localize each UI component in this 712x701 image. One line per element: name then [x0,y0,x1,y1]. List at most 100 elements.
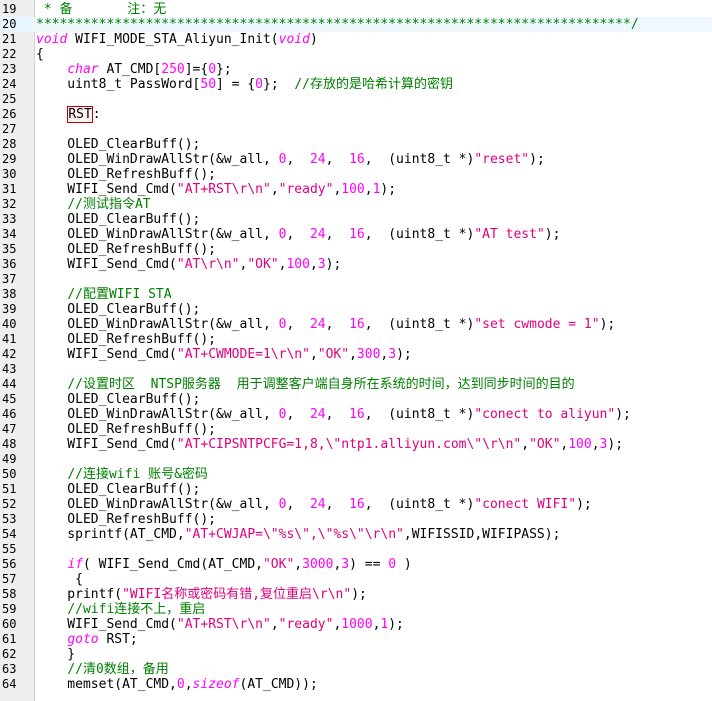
code-line[interactable]: 52 OLED_WinDrawAllStr(&w_all, 0, 24, 16,… [0,497,712,512]
code-text[interactable]: char AT_CMD[250]={0}; [33,62,712,77]
code-text[interactable]: OLED_ClearBuff(); [33,137,712,152]
code-text[interactable]: goto RST; [33,632,712,647]
code-line[interactable]: 55 [0,542,712,557]
line-number: 26 [2,107,17,121]
code-text[interactable]: OLED_ClearBuff(); [33,482,712,497]
code-text[interactable]: { [33,47,712,62]
token-comment: //连接wifi 账号&密码 [67,467,208,482]
code-line[interactable]: 62 } [0,647,712,662]
code-text[interactable]: OLED_WinDrawAllStr(&w_all, 0, 24, 16, (u… [33,497,712,512]
code-line[interactable]: 27 [0,122,712,137]
code-line[interactable]: 33 OLED_ClearBuff(); [0,212,712,227]
code-line[interactable]: 61 goto RST; [0,632,712,647]
code-line[interactable]: 38 //配置WIFI STA [0,287,712,302]
code-line[interactable]: 32 //测试指令AT [0,197,712,212]
code-text[interactable]: //连接wifi 账号&密码 [33,467,712,482]
code-text[interactable] [33,92,712,107]
code-line[interactable]: 54 sprintf(AT_CMD,"AT+CWJAP=\"%s\",\"%s\… [0,527,712,542]
code-line[interactable]: 46 OLED_WinDrawAllStr(&w_all, 0, 24, 16,… [0,407,712,422]
code-text[interactable]: RST: [33,106,712,123]
code-line[interactable]: 21 void WIFI_MODE_STA_Aliyun_Init(void) [0,32,712,47]
code-text[interactable]: OLED_ClearBuff(); [33,212,712,227]
code-line[interactable]: 64 memset(AT_CMD,0,sizeof(AT_CMD)); [0,677,712,692]
code-line[interactable]: 30 OLED_RefreshBuff(); [0,167,712,182]
code-line[interactable]: 44 //设置时区 NTSP服务器 用于调整客户端自身所在系统的时间，达到同步时… [0,377,712,392]
code-text[interactable]: OLED_WinDrawAllStr(&w_all, 0, 24, 16, (u… [33,407,712,422]
code-text[interactable] [33,362,712,377]
code-line[interactable]: 60 WIFI_Send_Cmd("AT+RST\r\n","ready",10… [0,617,712,632]
code-text[interactable]: OLED_RefreshBuff(); [33,167,712,182]
code-line[interactable]: 57 { [0,572,712,587]
code-text[interactable]: OLED_WinDrawAllStr(&w_all, 0, 24, 16, (u… [33,152,712,167]
code-line[interactable]: 39 OLED_ClearBuff(); [0,302,712,317]
code-line[interactable]: 24 uint8_t PassWord[50] = {0}; //存放的是哈希计… [0,77,712,92]
code-text[interactable]: * 备 注：无 [33,2,712,17]
code-line[interactable]: 40 OLED_WinDrawAllStr(&w_all, 0, 24, 16,… [0,317,712,332]
code-line[interactable]: 51 OLED_ClearBuff(); [0,482,712,497]
code-line[interactable]: 43 [0,362,712,377]
code-editor[interactable]: 19 * 备 注：无 20 ****************************… [0,0,712,701]
code-line[interactable]: 29 OLED_WinDrawAllStr(&w_all, 0, 24, 16,… [0,152,712,167]
code-text[interactable]: uint8_t PassWord[50] = {0}; //存放的是哈希计算的密… [33,77,712,92]
code-text[interactable]: { [33,572,712,587]
code-text[interactable] [33,122,712,137]
code-text[interactable]: OLED_WinDrawAllStr(&w_all, 0, 24, 16, (u… [33,317,712,332]
code-text[interactable]: //wifi连接不上，重启 [33,602,712,617]
code-line[interactable]: 47 OLED_RefreshBuff(); [0,422,712,437]
code-line[interactable]: 58 printf("WIFI名称或密码有错,复位重启\r\n"); [0,587,712,602]
code-text[interactable]: //清0数组，备用 [33,662,712,677]
code-line[interactable]: 23 char AT_CMD[250]={0}; [0,62,712,77]
code-line[interactable]: 45 OLED_ClearBuff(); [0,392,712,407]
code-text[interactable]: WIFI_Send_Cmd("AT+RST\r\n","ready",100,1… [33,182,712,197]
token-plain: ]={ [184,62,209,77]
code-text[interactable]: OLED_RefreshBuff(); [33,332,712,347]
code-text[interactable]: ****************************************… [33,17,712,32]
code-text[interactable]: //设置时区 NTSP服务器 用于调整客户端自身所在系统的时间，达到同步时间的目… [33,377,712,392]
code-text[interactable]: if( WIFI_Send_Cmd(AT_CMD,"OK",3000,3) ==… [33,557,712,572]
code-line[interactable]: 56 if( WIFI_Send_Cmd(AT_CMD,"OK",3000,3)… [0,557,712,572]
code-line[interactable]: 19 * 备 注：无 [0,2,712,17]
code-text[interactable]: WIFI_Send_Cmd("AT+CWMODE=1\r\n","OK",300… [33,347,712,362]
code-text[interactable]: OLED_RefreshBuff(); [33,242,712,257]
token-label: RST [67,106,93,123]
code-line[interactable]: 50 //连接wifi 账号&密码 [0,467,712,482]
code-text[interactable]: OLED_RefreshBuff(); [33,422,712,437]
code-line[interactable]: 42 WIFI_Send_Cmd("AT+CWMODE=1\r\n","OK",… [0,347,712,362]
code-line[interactable]: 37 [0,272,712,287]
code-text[interactable]: //配置WIFI STA [33,287,712,302]
code-line[interactable]: 26 RST: [0,106,712,123]
code-line[interactable]: 35 OLED_RefreshBuff(); [0,242,712,257]
code-text[interactable]: OLED_WinDrawAllStr(&w_all, 0, 24, 16, (u… [33,227,712,242]
code-lines[interactable]: 19 * 备 注：无 20 ****************************… [0,2,712,692]
code-text[interactable]: WIFI_Send_Cmd("AT+RST\r\n","ready",1000,… [33,617,712,632]
code-line[interactable]: 59 //wifi连接不上，重启 [0,602,712,617]
code-text[interactable]: WIFI_Send_Cmd("AT\r\n","OK",100,3); [33,257,712,272]
code-line[interactable]: 34 OLED_WinDrawAllStr(&w_all, 0, 24, 16,… [0,227,712,242]
code-text[interactable]: OLED_ClearBuff(); [33,392,712,407]
code-line[interactable]: 20 **************************************… [0,17,712,32]
code-line[interactable]: 22 { [0,47,712,62]
code-line[interactable]: 63 //清0数组，备用 [0,662,712,677]
code-line[interactable]: 36 WIFI_Send_Cmd("AT\r\n","OK",100,3); [0,257,712,272]
token-plain: , [325,317,350,332]
code-text[interactable]: } [33,647,712,662]
code-text[interactable]: OLED_RefreshBuff(); [33,512,712,527]
code-line[interactable]: 25 [0,92,712,107]
code-text[interactable] [33,542,712,557]
code-text[interactable]: sprintf(AT_CMD,"AT+CWJAP=\"%s\",\"%s\"\r… [33,527,712,542]
code-line[interactable]: 49 [0,452,712,467]
code-text[interactable]: //测试指令AT [33,197,712,212]
code-text[interactable]: printf("WIFI名称或密码有错,复位重启\r\n"); [33,587,712,602]
code-text[interactable]: OLED_ClearBuff(); [33,302,712,317]
code-text[interactable] [33,272,712,287]
code-line[interactable]: 41 OLED_RefreshBuff(); [0,332,712,347]
code-line[interactable]: 28 OLED_ClearBuff(); [0,137,712,152]
code-text[interactable]: void WIFI_MODE_STA_Aliyun_Init(void) [33,32,712,47]
code-text[interactable]: memset(AT_CMD,0,sizeof(AT_CMD)); [33,677,712,692]
code-line[interactable]: 53 OLED_RefreshBuff(); [0,512,712,527]
token-number: 3000 [302,557,334,572]
code-text[interactable]: WIFI_Send_Cmd("AT+CIPSNTPCFG=1,8,\"ntp1.… [33,437,712,452]
code-line[interactable]: 31 WIFI_Send_Cmd("AT+RST\r\n","ready",10… [0,182,712,197]
code-line[interactable]: 48 WIFI_Send_Cmd("AT+CIPSNTPCFG=1,8,\"nt… [0,437,712,452]
code-text[interactable] [33,452,712,467]
